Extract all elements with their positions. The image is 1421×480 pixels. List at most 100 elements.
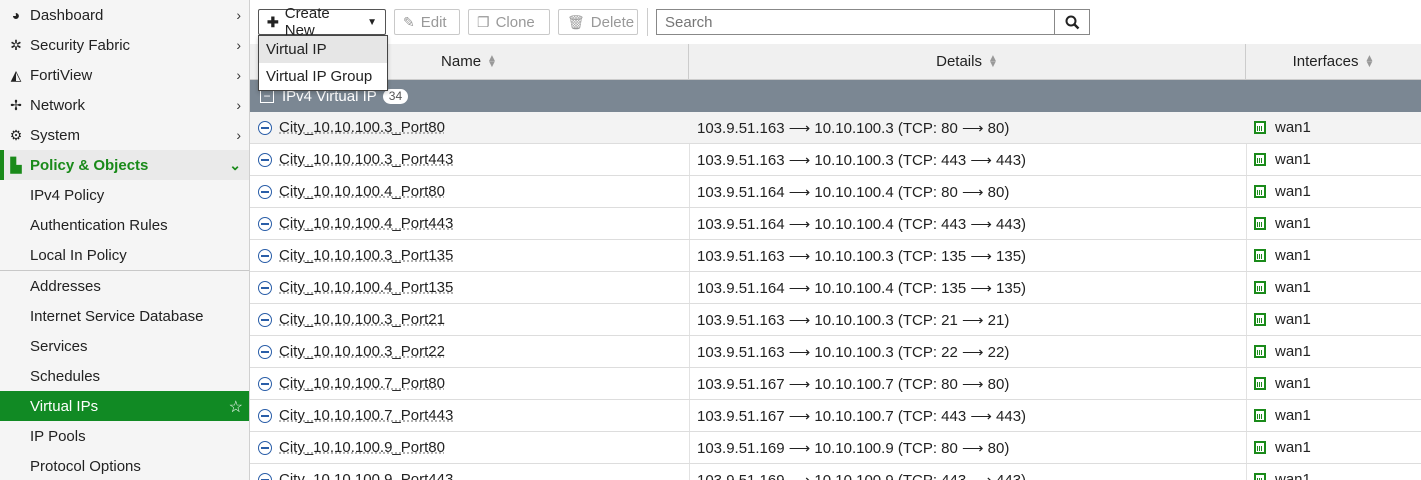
interface-port-icon [1254, 313, 1266, 326]
sidebar-item-services[interactable]: Services [0, 331, 249, 361]
nav-network[interactable]: ✢ Network › [0, 90, 249, 120]
chevron-right-icon: › [236, 97, 241, 113]
nav-label: Dashboard [30, 6, 104, 24]
vip-name[interactable]: City_10.10.100.4_Port443 [279, 215, 453, 232]
sidebar-item-schedules[interactable]: Schedules [0, 361, 249, 391]
vip-name[interactable]: City_10.10.100.3_Port22 [279, 343, 445, 360]
vip-name[interactable]: City_10.10.100.3_Port135 [279, 247, 453, 264]
interface-name: wan1 [1275, 279, 1311, 296]
table-row[interactable]: City_10.10.100.9_Port80 103.9.51.169 ⟶ 10… [250, 432, 1421, 464]
search-input[interactable] [657, 10, 1063, 34]
sidebar-item-addresses[interactable]: Addresses [0, 271, 249, 301]
create-new-button[interactable]: ✚ Create New ▼ [258, 5, 386, 39]
table-row[interactable]: City_10.10.100.3_Port21 103.9.51.163 ⟶ 10… [250, 304, 1421, 336]
cell-interface: wan1 [1254, 144, 1414, 175]
cell-interface: wan1 [1254, 464, 1414, 480]
table-row[interactable]: City_10.10.100.3_Port443 103.9.51.163 ⟶ 1… [250, 144, 1421, 176]
interface-port-icon [1254, 409, 1266, 422]
delete-button[interactable]: 🗑 Delete [558, 9, 638, 35]
group-header[interactable]: − IPv4 Virtual IP 34 [250, 80, 1421, 112]
table-row[interactable]: City_10.10.100.7_Port80 103.9.51.167 ⟶ 10… [250, 368, 1421, 400]
column-header-interfaces[interactable]: Interfaces ▲ ▼ [1246, 44, 1421, 79]
create-new-dropdown: Virtual IP Virtual IP Group [258, 35, 388, 91]
pencil-icon: ✎ [403, 13, 415, 30]
table-row[interactable]: City_10.10.100.7_Port443 103.9.51.167 ⟶ 1… [250, 400, 1421, 432]
table-row[interactable]: City_10.10.100.3_Port22 103.9.51.163 ⟶ 10… [250, 336, 1421, 368]
chevron-right-icon: › [236, 67, 241, 83]
column-header-details[interactable]: Details ▲ ▼ [689, 44, 1246, 79]
vip-name[interactable]: City_10.10.100.4_Port135 [279, 279, 453, 296]
vip-name[interactable]: City_10.10.100.3_Port21 [279, 311, 445, 328]
clone-button[interactable]: ❐ Clone [468, 9, 550, 35]
interface-name: wan1 [1275, 311, 1311, 328]
vip-name[interactable]: City_10.10.100.7_Port80 [279, 375, 445, 392]
search-button[interactable] [1054, 10, 1089, 34]
sidebar-item-ip-pools[interactable]: IP Pools [0, 421, 249, 451]
dashboard-icon: ◕ [11, 7, 21, 23]
sidebar-item-label: Virtual IPs [30, 397, 99, 415]
nav-security-fabric[interactable]: ✲ Security Fabric › [0, 30, 249, 60]
interface-port-icon [1254, 281, 1266, 294]
interface-name: wan1 [1275, 119, 1311, 136]
cell-name: City_10.10.100.4_Port443 [258, 208, 688, 239]
menu-item-virtual-ip-group[interactable]: Virtual IP Group [259, 63, 387, 90]
table-row[interactable]: City_10.10.100.3_Port80 103.9.51.163 ⟶ 10… [250, 112, 1421, 144]
table-row[interactable]: City_10.10.100.9_Port443 103.9.51.169 ⟶ 1… [250, 464, 1421, 480]
vip-name[interactable]: City_10.10.100.7_Port443 [279, 407, 453, 424]
virtual-ip-icon [258, 248, 272, 263]
edit-button[interactable]: ✎ Edit [394, 9, 460, 35]
search-icon [1065, 15, 1079, 29]
sidebar-item-virtual-ips[interactable]: Virtual IPs ☆ [0, 391, 249, 421]
menu-item-virtual-ip[interactable]: Virtual IP [259, 36, 387, 63]
cell-interface: wan1 [1254, 112, 1414, 143]
vip-name[interactable]: City_10.10.100.3_Port80 [279, 119, 445, 136]
nav-system[interactable]: ⚙ System › [0, 120, 249, 150]
nav-dashboard[interactable]: ◕ Dashboard › [0, 0, 249, 30]
sidebar-item-internet-service-database[interactable]: Internet Service Database [0, 301, 249, 331]
vip-name[interactable]: City_10.10.100.4_Port80 [279, 183, 445, 200]
sidebar-item-protocol-options[interactable]: Protocol Options [0, 451, 249, 480]
cell-details: 103.9.51.163 ⟶ 10.10.100.3 (TCP: 135 ⟶ 1… [697, 247, 1027, 265]
cell-name: City_10.10.100.3_Port443 [258, 144, 688, 175]
sidebar-item-ipv4-policy[interactable]: IPv4 Policy [0, 180, 249, 210]
column-label: Name [441, 53, 482, 70]
fortiview-icon: ◭ [10, 66, 22, 83]
star-icon[interactable]: ☆ [229, 397, 243, 417]
nav-policy-objects[interactable]: ▙ Policy & Objects ⌄ [0, 150, 249, 180]
vip-name[interactable]: City_10.10.100.9_Port80 [279, 439, 445, 456]
cell-details: 103.9.51.163 ⟶ 10.10.100.3 (TCP: 21 ⟶ 21… [697, 311, 1010, 329]
table-row[interactable]: City_10.10.100.4_Port443 103.9.51.164 ⟶ 1… [250, 208, 1421, 240]
interface-name: wan1 [1275, 343, 1311, 360]
sidebar: ◕ Dashboard › ✲ Security Fabric › ◭ Fort… [0, 0, 250, 480]
nav-label: FortiView [30, 66, 93, 84]
interface-port-icon [1254, 153, 1266, 166]
cell-name: City_10.10.100.3_Port80 [258, 112, 688, 143]
interface-port-icon [1254, 121, 1266, 134]
collapse-icon[interactable]: − [260, 89, 274, 103]
interface-name: wan1 [1275, 375, 1311, 392]
chevron-right-icon: › [236, 37, 241, 53]
nav-label: System [30, 126, 81, 144]
cell-name: City_10.10.100.7_Port80 [258, 368, 688, 399]
cell-interface: wan1 [1254, 400, 1414, 431]
cell-details: 103.9.51.163 ⟶ 10.10.100.3 (TCP: 443 ⟶ 4… [697, 151, 1027, 169]
table-row[interactable]: City_10.10.100.4_Port80 103.9.51.164 ⟶ 10… [250, 176, 1421, 208]
interface-port-icon [1254, 377, 1266, 390]
sidebar-item-local-in-policy[interactable]: Local In Policy [0, 240, 249, 270]
sidebar-item-authentication-rules[interactable]: Authentication Rules [0, 210, 249, 240]
vip-name[interactable]: City_10.10.100.3_Port443 [279, 151, 453, 168]
virtual-ip-icon [258, 184, 272, 199]
vip-name[interactable]: City_10.10.100.9_Port443 [279, 471, 453, 480]
cell-details: 103.9.51.167 ⟶ 10.10.100.7 (TCP: 80 ⟶ 80… [697, 375, 1010, 393]
interface-port-icon [1254, 217, 1266, 230]
cell-details: 103.9.51.163 ⟶ 10.10.100.3 (TCP: 80 ⟶ 80… [697, 119, 1010, 137]
delete-label: Delete [590, 13, 635, 31]
interface-name: wan1 [1275, 439, 1311, 456]
table-row[interactable]: City_10.10.100.4_Port135 103.9.51.164 ⟶ 1… [250, 272, 1421, 304]
nav-fortiview[interactable]: ◭ FortiView › [0, 60, 249, 90]
plus-icon: ✚ [267, 13, 279, 30]
cell-name: City_10.10.100.4_Port135 [258, 272, 688, 303]
gear-icon: ⚙ [9, 126, 23, 143]
table-row[interactable]: City_10.10.100.3_Port135 103.9.51.163 ⟶ 1… [250, 240, 1421, 272]
virtual-ip-icon [258, 312, 272, 327]
